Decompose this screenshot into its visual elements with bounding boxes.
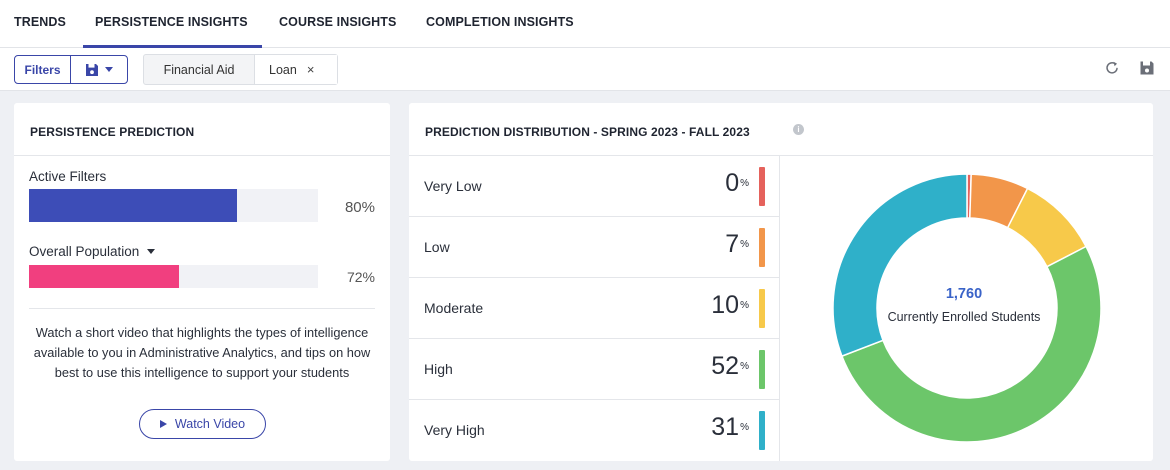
- chevron-down-icon: [147, 249, 156, 254]
- distribution-row-very-low: Very Low 0%: [409, 156, 780, 217]
- save-icon[interactable]: [1139, 60, 1155, 76]
- distribution-row-moderate: Moderate 10%: [409, 278, 780, 339]
- card-title: PREDICTION DISTRIBUTION - SPRING 2023 - …: [425, 125, 750, 139]
- enrolled-count: 1,760: [945, 286, 983, 302]
- chip-loan[interactable]: Loan ×: [255, 55, 337, 84]
- card-title: PERSISTENCE PREDICTION: [30, 125, 195, 139]
- row-label: Very High: [424, 422, 485, 438]
- tab-course-insights[interactable]: COURSE INSIGHTS: [279, 0, 397, 48]
- row-color-bar: [759, 228, 765, 267]
- active-filters-bar: [29, 189, 238, 222]
- row-label: High: [424, 361, 453, 377]
- refresh-icon[interactable]: [1104, 60, 1120, 76]
- distribution-list: Very Low 0% Low 7% Moderate 10% High 52%…: [409, 156, 780, 461]
- row-color-bar: [759, 289, 765, 328]
- chip-financial-aid[interactable]: Financial Aid: [144, 55, 255, 84]
- filters-button[interactable]: Filters: [15, 56, 71, 83]
- distribution-row-low: Low 7%: [409, 217, 780, 278]
- overall-population-label: Overall Population: [29, 244, 140, 259]
- donut-svg: [832, 173, 1102, 443]
- row-value: 10%: [711, 290, 749, 320]
- tab-completion-insights[interactable]: COMPLETION INSIGHTS: [426, 0, 574, 48]
- watch-video-label: Watch Video: [174, 417, 246, 431]
- donut-slice-very-high[interactable]: [832, 173, 968, 358]
- active-filters-percent: 80%: [344, 199, 375, 216]
- row-unit: %: [740, 361, 749, 372]
- overall-population-bar-track: [29, 265, 318, 288]
- row-value: 7%: [725, 229, 749, 259]
- row-color-bar: [759, 167, 765, 206]
- row-number: 31: [711, 413, 740, 441]
- row-value: 52%: [711, 351, 749, 381]
- row-label: Very Low: [424, 178, 482, 194]
- tab-persistence-insights[interactable]: PERSISTENCE INSIGHTS: [83, 0, 262, 48]
- row-unit: %: [740, 300, 749, 311]
- chip-loan-label: Loan: [269, 62, 297, 77]
- active-filter-chips: Financial Aid Loan ×: [143, 54, 338, 85]
- row-unit: %: [740, 178, 749, 189]
- donut-chart: [781, 156, 1153, 461]
- row-number: 10: [711, 291, 740, 319]
- chevron-down-icon: [105, 67, 113, 72]
- row-unit: %: [740, 239, 749, 250]
- active-filters-bar-track: [29, 189, 318, 222]
- row-number: 52: [711, 352, 740, 380]
- overall-population-bar: [29, 265, 179, 288]
- row-number: 0: [725, 169, 740, 197]
- row-value: 31%: [711, 412, 749, 442]
- row-value: 0%: [725, 168, 749, 198]
- watch-video-button[interactable]: Watch Video: [139, 409, 266, 439]
- divider: [29, 308, 375, 309]
- row-label: Moderate: [424, 300, 484, 316]
- row-number: 7: [725, 230, 740, 258]
- overall-population-percent: 72%: [346, 269, 375, 285]
- overall-population-dropdown[interactable]: Overall Population: [29, 244, 156, 259]
- enrolled-label: Currently Enrolled Students: [887, 310, 1041, 324]
- row-unit: %: [740, 422, 749, 433]
- row-color-bar: [759, 350, 765, 389]
- prediction-distribution-card: PREDICTION DISTRIBUTION - SPRING 2023 - …: [409, 103, 1153, 461]
- persistence-prediction-card: PERSISTENCE PREDICTION Active Filters 80…: [14, 103, 390, 461]
- video-description: Watch a short video that highlights the …: [33, 325, 371, 380]
- floppy-disk-icon: [86, 63, 98, 76]
- info-icon[interactable]: i: [793, 124, 804, 135]
- filter-button-group: Filters: [14, 55, 128, 84]
- saved-filters-dropdown[interactable]: [71, 56, 127, 83]
- distribution-row-high: High 52%: [409, 339, 780, 400]
- row-color-bar: [759, 411, 765, 450]
- tab-trends[interactable]: TRENDS: [14, 0, 66, 48]
- close-icon[interactable]: ×: [307, 62, 315, 77]
- filter-bar: Filters Financial Aid Loan ×: [0, 48, 1170, 91]
- play-icon: [159, 420, 167, 428]
- distribution-row-very-high: Very High 31%: [409, 400, 780, 461]
- divider: [14, 155, 390, 156]
- top-nav: TRENDS PERSISTENCE INSIGHTS COURSE INSIG…: [0, 0, 1170, 48]
- row-label: Low: [424, 239, 450, 255]
- active-filters-label: Active Filters: [29, 169, 107, 184]
